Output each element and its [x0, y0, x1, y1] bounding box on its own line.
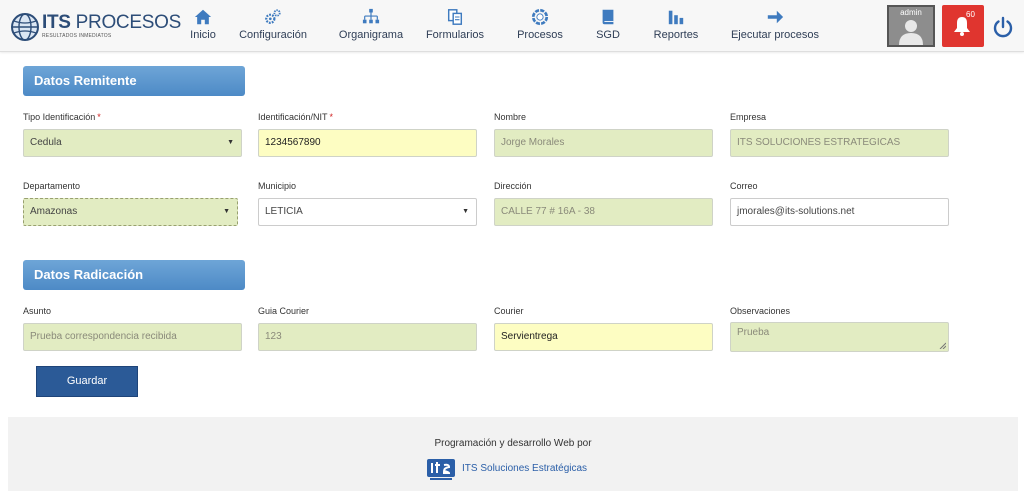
nav-formularios[interactable]: Formularios — [424, 8, 486, 44]
its-logo-icon — [427, 459, 455, 480]
section-header-radicacion: Datos Radicación — [23, 260, 245, 290]
observaciones-textarea[interactable]: Prueba — [730, 322, 949, 352]
footer-company-link[interactable]: ITS Soluciones Estratégicas — [426, 457, 626, 483]
label-departamento: Departamento — [23, 181, 81, 191]
label-observaciones: Observaciones — [730, 306, 791, 316]
courier-input[interactable]: Servientrega — [494, 323, 713, 351]
brand-name: ITS PROCESOS — [42, 12, 181, 33]
resize-handle-icon[interactable] — [939, 342, 946, 349]
chevron-down-icon: ▼ — [227, 139, 234, 146]
empresa-input[interactable]: ITS SOLUCIONES ESTRATEGICAS — [730, 129, 949, 157]
notification-count: 60 — [966, 10, 975, 19]
chevron-down-icon: ▼ — [462, 208, 469, 215]
top-navbar: ITS PROCESOS RESULTADOS INMEDIATOS Inici… — [0, 0, 1024, 52]
municipio-select[interactable]: LETICIA ▼ — [258, 198, 477, 226]
label-municipio: Municipio — [258, 181, 297, 191]
identificacion-input[interactable]: 1234567890 — [258, 129, 477, 157]
guardar-button[interactable]: Guardar — [36, 366, 138, 397]
nav-reportes[interactable]: Reportes — [652, 8, 700, 44]
tipo-identificacion-select[interactable]: Cedula ▼ — [23, 129, 242, 157]
asunto-input[interactable]: Prueba correspondencia recibida — [23, 323, 242, 351]
label-identificacion: Identificación/NIT * — [258, 112, 334, 122]
user-silhouette-icon — [899, 20, 923, 45]
home-icon — [194, 9, 212, 25]
brand-logo[interactable]: ITS PROCESOS RESULTADOS INMEDIATOS — [10, 8, 181, 44]
label-correo: Correo — [730, 181, 758, 191]
nav-procesos[interactable]: Procesos — [515, 8, 565, 44]
label-courier: Courier — [494, 306, 524, 316]
nav-configuracion[interactable]: Configuración — [238, 8, 308, 44]
footer-company-name: ITS Soluciones Estratégicas — [462, 463, 588, 474]
label-asunto: Asunto — [23, 306, 52, 316]
label-direccion: Dirección — [494, 181, 532, 191]
bar-chart-icon — [668, 10, 684, 25]
departamento-select[interactable]: Amazonas ▼ — [23, 198, 238, 226]
direccion-input[interactable]: CALLE 77 # 16A - 38 — [494, 198, 713, 226]
nav-ejecutar-procesos[interactable]: Ejecutar procesos — [730, 8, 820, 44]
book-icon — [602, 9, 614, 25]
chevron-down-icon: ▼ — [223, 208, 230, 215]
label-empresa: Empresa — [730, 112, 767, 122]
nombre-input[interactable]: Jorge Morales — [494, 129, 713, 157]
gears-icon — [265, 9, 281, 24]
label-guia-courier: Guia Courier — [258, 306, 310, 316]
nav-inicio[interactable]: Inicio — [188, 8, 218, 44]
section-header-remitente: Datos Remitente — [23, 66, 245, 96]
power-logout-icon[interactable] — [992, 16, 1014, 38]
notifications-button[interactable]: 60 — [942, 5, 984, 47]
brand-tagline: RESULTADOS INMEDIATOS — [42, 33, 112, 39]
label-nombre: Nombre — [494, 112, 527, 122]
nav-organigrama[interactable]: Organigrama — [338, 8, 404, 44]
user-name: admin — [900, 8, 922, 17]
copy-icon — [447, 9, 463, 25]
nav-sgd[interactable]: SGD — [594, 8, 622, 44]
footer: Programación y desarrollo Web por ITS So… — [8, 417, 1018, 491]
guia-courier-input[interactable]: 123 — [258, 323, 477, 351]
label-tipo-identificacion: Tipo Identificación * — [23, 112, 101, 122]
arrow-right-icon — [767, 10, 784, 24]
footer-credit: Programación y desarrollo Web por — [434, 438, 592, 449]
sitemap-icon — [362, 8, 380, 24]
correo-input[interactable]: jmorales@its-solutions.net — [730, 198, 949, 226]
user-avatar[interactable]: admin — [887, 5, 935, 47]
lifering-icon — [531, 8, 549, 26]
globe-logo-icon — [11, 13, 39, 41]
